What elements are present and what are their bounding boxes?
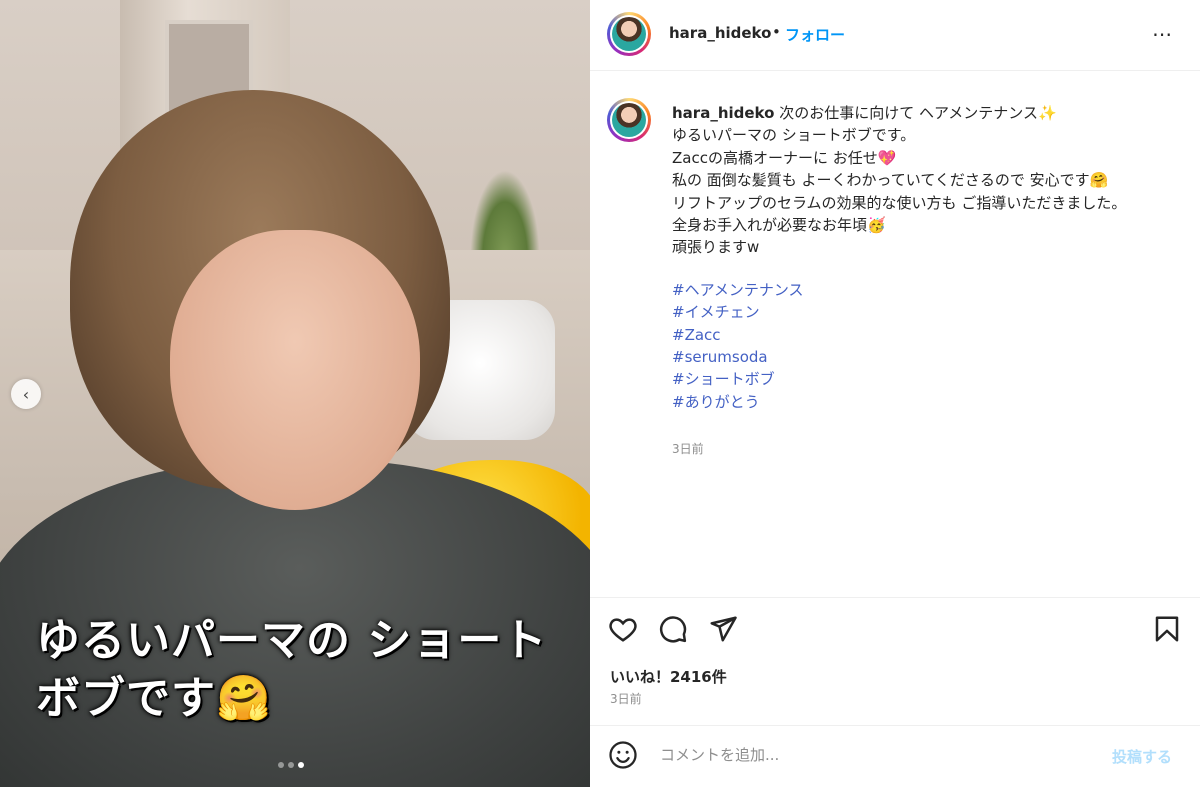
post-timestamp[interactable]: 3日前 xyxy=(610,690,642,707)
profile-avatar[interactable] xyxy=(607,12,651,56)
post-header: hara_hideko • フォロー ⋯ xyxy=(590,0,1200,71)
post-media[interactable]: ゆるいパーマの ショートボブです🤗 ‹ xyxy=(0,0,590,787)
caption-line: リフトアップのセラムの効果的な使い方も ご指導いただきました。 xyxy=(672,193,1127,212)
post-comment-button[interactable]: 投稿する xyxy=(1112,746,1172,767)
emoji-icon[interactable] xyxy=(608,740,638,770)
caption-line: Zaccの高橋オーナーに お任せ💖 xyxy=(672,148,897,167)
chevron-left-icon: ‹ xyxy=(22,384,30,404)
caption-line: 私の 面倒な髪質も よーくわかっていてくださるので 安心です🤗 xyxy=(672,171,1109,190)
carousel-dot xyxy=(278,762,284,768)
hashtag-link[interactable]: #ありがとう xyxy=(672,391,1182,413)
caption-line: 次のお仕事に向けて ヘアメンテナンス✨ xyxy=(779,104,1057,122)
avatar-image xyxy=(612,103,646,137)
avatar-image xyxy=(612,17,646,51)
hashtag-link[interactable]: #イメチェン xyxy=(672,301,1182,323)
caption-username[interactable]: hara_hideko xyxy=(672,104,774,122)
hashtag-link[interactable]: #ヘアメンテナンス xyxy=(672,279,1182,301)
person-face xyxy=(170,230,420,510)
caption-line: 頑張りますw xyxy=(672,238,760,257)
hashtag-list: #ヘアメンテナンス #イメチェン #Zacc #serumsoda #ショートボ… xyxy=(672,279,1182,413)
caption-timestamp: 3日前 xyxy=(672,442,704,456)
comment-bar: 投稿する xyxy=(590,725,1200,788)
share-icon[interactable] xyxy=(708,614,738,644)
heart-icon[interactable] xyxy=(608,614,638,644)
action-bar xyxy=(590,597,1200,658)
caption-line: 全身お手入れが必要なお年頃🥳 xyxy=(672,216,886,235)
comment-input[interactable] xyxy=(658,745,1082,765)
bookmark-icon[interactable] xyxy=(1152,614,1182,644)
follow-button[interactable]: フォロー xyxy=(785,24,845,45)
carousel-indicator xyxy=(278,762,304,768)
previous-slide-button[interactable]: ‹ xyxy=(11,379,41,409)
comment-icon[interactable] xyxy=(658,614,688,644)
username-link[interactable]: hara_hideko xyxy=(669,24,771,42)
carousel-dot xyxy=(288,762,294,768)
hashtag-link[interactable]: #Zacc xyxy=(672,324,1182,346)
hashtag-link[interactable]: #serumsoda xyxy=(672,346,1182,368)
post-side-panel: hara_hideko • フォロー ⋯ hara_hideko 次のお仕事に向… xyxy=(590,0,1200,787)
caption-text: hara_hideko 次のお仕事に向けて ヘアメンテナンス✨ ゆるいパーマの … xyxy=(672,102,1182,413)
caption-line: ゆるいパーマの ショートボブです。 xyxy=(672,126,916,145)
caption-section: hara_hideko 次のお仕事に向けて ヘアメンテナンス✨ ゆるいパーマの … xyxy=(590,70,1200,595)
image-overlay-text: ゆるいパーマの ショートボブです🤗 xyxy=(36,615,548,724)
more-options-icon[interactable]: ⋯ xyxy=(1152,22,1173,46)
separator-dot: • xyxy=(772,23,781,41)
caption-avatar[interactable] xyxy=(607,98,651,142)
likes-count[interactable]: いいね！2416件 xyxy=(610,666,727,687)
hashtag-link[interactable]: #ショートボブ xyxy=(672,368,1182,390)
carousel-dot-active xyxy=(298,762,304,768)
